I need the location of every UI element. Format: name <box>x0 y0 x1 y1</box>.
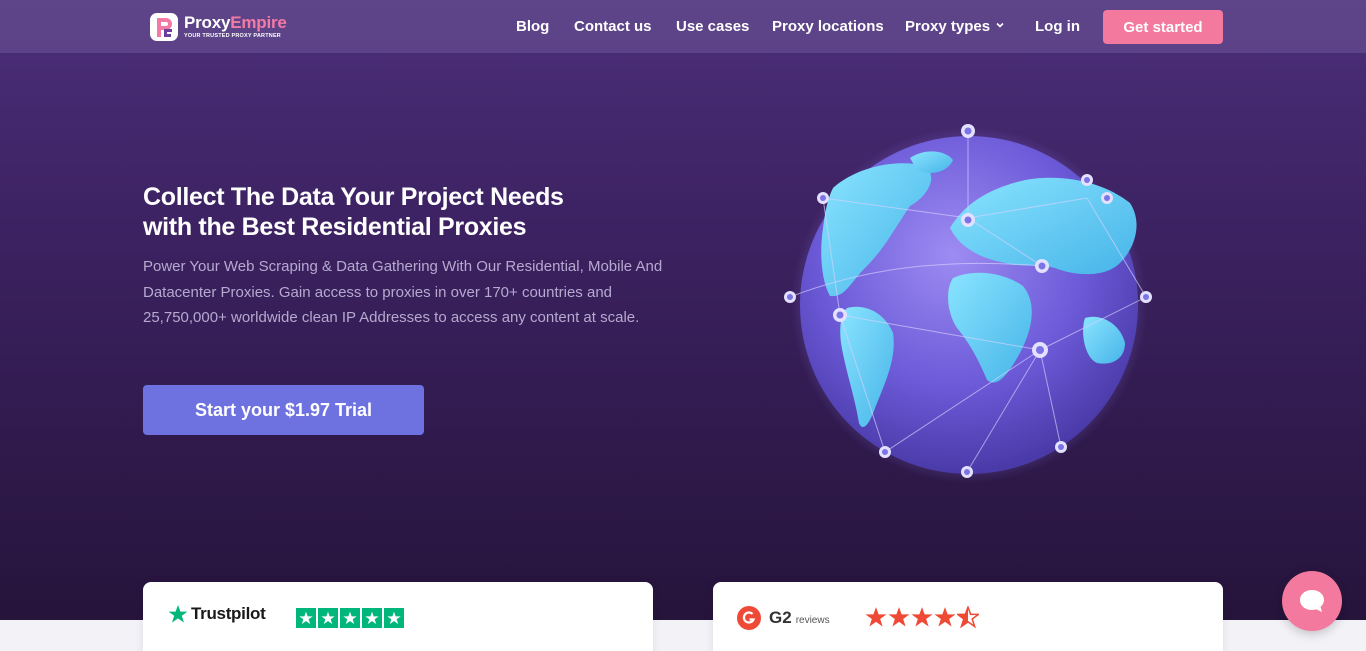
trustpilot-name: Trustpilot <box>191 604 266 623</box>
star-icon <box>934 607 956 627</box>
nav-proxy-types-dropdown[interactable]: Proxy types <box>905 17 1004 37</box>
hero-headline-line1: Collect The Data Your Project Needs <box>143 183 564 211</box>
star-icon <box>318 608 338 628</box>
nav-contact-link[interactable]: Contact us <box>574 17 652 37</box>
nav-proxy-types-label: Proxy types <box>905 18 991 35</box>
g2-brand: G2 reviews <box>737 606 830 630</box>
hero-headline-line2: with the Best Residential Proxies <box>143 213 527 241</box>
g2-name: G2 <box>769 608 792 627</box>
g2-logo-icon <box>737 606 761 630</box>
nav-proxy-locations-link[interactable]: Proxy locations <box>772 17 884 37</box>
star-icon <box>911 607 933 627</box>
half-star-icon <box>957 606 979 628</box>
nav-use-cases-link[interactable]: Use cases <box>676 17 749 37</box>
star-icon <box>362 608 382 628</box>
star-icon <box>865 607 887 627</box>
trustpilot-rating-stars <box>296 608 406 628</box>
trustpilot-star-icon <box>168 605 188 623</box>
chat-widget-button[interactable] <box>1282 571 1342 631</box>
g2-review-card[interactable]: G2 reviews <box>713 582 1223 651</box>
star-icon <box>888 607 910 627</box>
hero-subtext: Power Your Web Scraping & Data Gathering… <box>143 258 663 326</box>
hero-headline: Collect The Data Your Project Needs with… <box>143 182 663 242</box>
globe-illustration <box>784 124 1152 483</box>
star-icon <box>340 608 360 628</box>
top-navbar: ProxyEmpire YOUR TRUSTED PROXY PARTNER B… <box>0 0 1366 53</box>
nav-blog-link[interactable]: Blog <box>516 17 549 37</box>
chevron-down-icon <box>996 22 1004 28</box>
star-icon <box>384 608 404 628</box>
trustpilot-brand: Trustpilot <box>168 604 266 624</box>
g2-reviews-label: reviews <box>795 615 830 626</box>
nav-login-link[interactable]: Log in <box>1035 17 1080 37</box>
chat-bubble-icon <box>1300 590 1324 612</box>
get-started-button[interactable]: Get started <box>1103 10 1223 44</box>
start-trial-button[interactable]: Start your $1.97 Trial <box>143 385 424 435</box>
star-icon <box>296 608 316 628</box>
trustpilot-review-card[interactable]: Trustpilot <box>143 582 653 651</box>
hero-section: ProxyEmpire YOUR TRUSTED PROXY PARTNER B… <box>0 0 1366 620</box>
g2-rating-stars <box>865 606 980 628</box>
